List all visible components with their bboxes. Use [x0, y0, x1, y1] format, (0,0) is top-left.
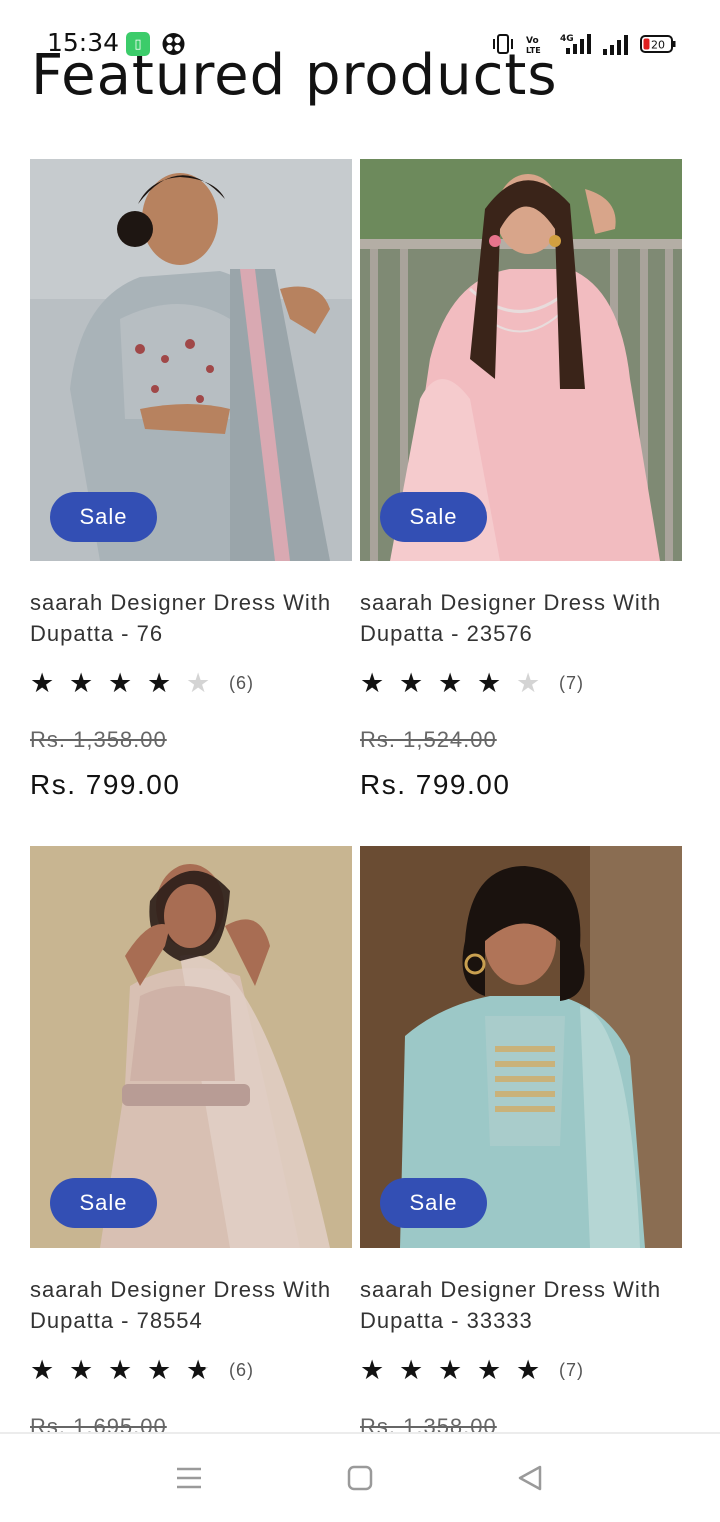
- sale-badge: Sale: [50, 1178, 157, 1228]
- star-icon: ★: [360, 1355, 385, 1385]
- review-count: (6): [229, 1359, 254, 1380]
- navigation-bar: [0, 1432, 720, 1522]
- star-icon: ★: [108, 1355, 133, 1385]
- back-triangle-icon[interactable]: [516, 1464, 544, 1492]
- star-half-icon: ★: [186, 1353, 225, 1387]
- star-empty-icon: ★: [516, 668, 541, 698]
- star-rating: ★ ★ ★ ★ ★ (7): [360, 1353, 584, 1387]
- regular-price: Rs. 1,695.00: [30, 1414, 167, 1432]
- regular-price: Rs. 1,358.00: [360, 1414, 497, 1432]
- battery-level: 20: [651, 39, 665, 52]
- regular-price: Rs. 1,358.00: [30, 727, 167, 752]
- svg-text:LTE: LTE: [526, 46, 541, 55]
- star-empty-icon: ★: [186, 668, 211, 698]
- star-rating: ★ ★ ★ ★ ★ (6): [30, 1353, 254, 1387]
- regular-price: Rs. 1,524.00: [360, 727, 497, 752]
- product-title[interactable]: saarah Designer Dress With Dupatta - 235…: [360, 587, 690, 649]
- star-rating: ★ ★ ★ ★ ★ (6): [30, 666, 254, 700]
- product-title[interactable]: saarah Designer Dress With Dupatta - 76: [30, 587, 360, 649]
- sale-badge: Sale: [380, 1178, 487, 1228]
- sale-badge: Sale: [380, 492, 487, 542]
- star-icon: ★: [30, 668, 55, 698]
- star-icon: ★: [69, 668, 94, 698]
- sale-badge: Sale: [50, 492, 157, 542]
- product-title[interactable]: saarah Designer Dress With Dupatta - 785…: [30, 1274, 360, 1336]
- star-rating: ★ ★ ★ ★ ★ (7): [360, 666, 584, 700]
- star-icon: ★: [477, 668, 502, 698]
- vibrate-icon: [493, 34, 513, 54]
- product-card[interactable]: Sale saarah Designer Dress With Dupatta …: [360, 159, 682, 809]
- sale-price: Rs. 799.00: [360, 769, 511, 800]
- status-bar: 15:34 ▯ Vo LTE 4G 20: [0, 0, 720, 86]
- battery-icon: 20: [640, 35, 676, 53]
- signal-4g-icon: 4G: [560, 34, 591, 54]
- svg-text:4G: 4G: [560, 34, 574, 44]
- product-card[interactable]: Sale saarah Designer Dress With Dupatta …: [360, 846, 682, 1432]
- product-card[interactable]: Sale saarah Designer Dress With Dupatta …: [30, 159, 352, 809]
- star-icon: ★: [30, 1355, 55, 1385]
- star-icon: ★: [438, 1355, 463, 1385]
- status-time: 15:34: [47, 28, 120, 57]
- battery-saver-icon: ▯: [126, 32, 150, 56]
- home-square-icon[interactable]: [346, 1464, 374, 1492]
- star-icon: ★: [360, 668, 385, 698]
- status-icons: Vo LTE 4G 20: [492, 31, 676, 57]
- star-icon: ★: [69, 1355, 94, 1385]
- product-title[interactable]: saarah Designer Dress With Dupatta - 333…: [360, 1274, 690, 1336]
- star-icon: ★: [477, 1355, 502, 1385]
- product-image[interactable]: Sale: [360, 846, 682, 1248]
- signal-icon: [603, 35, 628, 55]
- product-image[interactable]: Sale: [30, 159, 352, 561]
- star-icon: ★: [516, 1355, 541, 1385]
- review-count: (7): [559, 672, 584, 693]
- star-icon: ★: [438, 668, 463, 698]
- menu-icon[interactable]: [175, 1464, 203, 1492]
- star-icon: ★: [399, 668, 424, 698]
- sale-price: Rs. 799.00: [30, 769, 181, 800]
- review-count: (6): [229, 672, 254, 693]
- product-card[interactable]: Sale saarah Designer Dress With Dupatta …: [30, 846, 352, 1432]
- product-image[interactable]: Sale: [30, 846, 352, 1248]
- svg-text:Vo: Vo: [526, 36, 539, 46]
- star-icon: ★: [399, 1355, 424, 1385]
- review-count: (7): [559, 1359, 584, 1380]
- fan-icon: [161, 32, 186, 56]
- page: Featured products Sale saarah Designer D…: [0, 0, 720, 1432]
- product-image[interactable]: Sale: [360, 159, 682, 561]
- star-icon: ★: [108, 668, 133, 698]
- volte-icon: Vo LTE: [526, 36, 541, 55]
- star-icon: ★: [147, 1355, 172, 1385]
- star-icon: ★: [147, 668, 172, 698]
